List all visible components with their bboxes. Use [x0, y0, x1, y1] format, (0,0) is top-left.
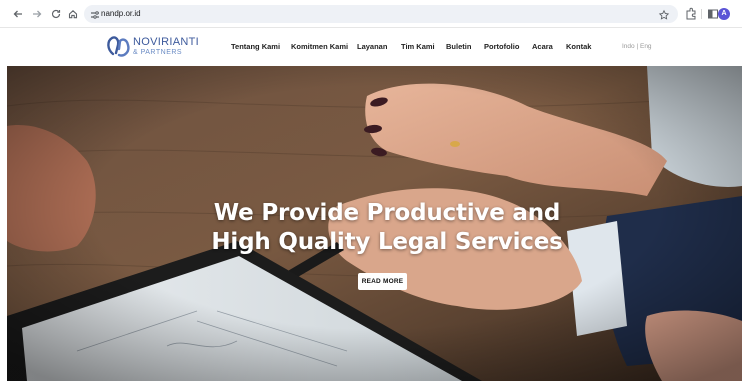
extensions-icon[interactable]	[684, 7, 698, 21]
home-icon[interactable]	[66, 7, 80, 21]
menu-item-acara[interactable]: Acara	[532, 41, 553, 53]
lang-indo-link[interactable]: Indo	[622, 43, 635, 50]
bookmark-star-icon[interactable]	[658, 8, 670, 20]
menu-item-portofolio[interactable]: Portofolio	[484, 41, 519, 53]
profile-avatar[interactable]: A	[718, 8, 730, 20]
hero-title-line-2: High Quality Legal Services	[211, 229, 563, 255]
menu-item-buletin[interactable]: Buletin	[446, 41, 471, 53]
back-arrow-icon[interactable]	[11, 7, 25, 21]
language-switcher: Indo | Eng	[622, 41, 652, 53]
lang-separator: |	[636, 43, 639, 50]
hero-title-line-1: We Provide Productive and	[213, 200, 561, 226]
browser-toolbar: nandp.or.id A	[0, 0, 742, 28]
menu-item-layanan[interactable]: Layanan	[357, 41, 387, 53]
forward-arrow-icon[interactable]	[30, 7, 44, 21]
reload-icon[interactable]	[49, 7, 63, 21]
menu-item-tim-kami[interactable]: Tim Kami	[401, 41, 435, 53]
menu-item-komitmen-kami[interactable]: Komitmen Kami	[291, 41, 348, 53]
toolbar-divider	[701, 9, 702, 19]
url-text[interactable]: nandp.or.id	[101, 8, 141, 20]
site-header: NOVIRIANTI & PARTNERS Tentang Kami Komit…	[0, 28, 742, 66]
lang-eng-link[interactable]: Eng	[640, 43, 652, 50]
address-bar[interactable]: nandp.or.id	[84, 5, 678, 23]
site-info-icon[interactable]	[89, 8, 101, 20]
hero-title: We Provide Productive and High Quality L…	[7, 199, 742, 257]
menu-item-kontak[interactable]: Kontak	[566, 41, 591, 53]
hero-banner: We Provide Productive and High Quality L…	[7, 66, 742, 381]
menu-item-tentang-kami[interactable]: Tentang Kami	[231, 41, 280, 53]
read-more-button[interactable]: READ MORE	[358, 273, 407, 290]
